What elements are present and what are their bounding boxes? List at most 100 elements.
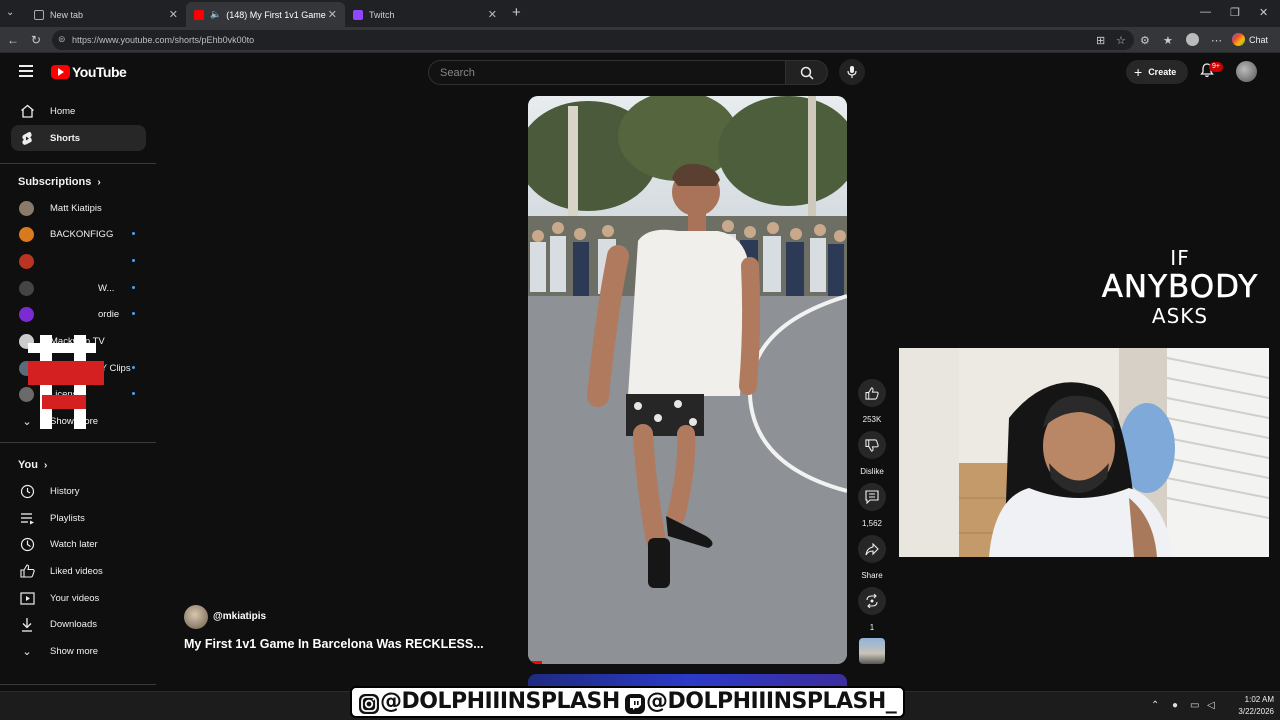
new-content-dot [132, 312, 135, 315]
chat-label: Chat [1249, 34, 1269, 45]
logo-line-anybody: ANYBODY [1101, 269, 1259, 305]
tab-new-tab[interactable]: New tab ✕ [26, 2, 186, 27]
sidebar-divider [0, 442, 156, 443]
sidebar-item-shorts[interactable]: Shorts [11, 125, 146, 151]
comments-action[interactable]: 1,562 [858, 483, 886, 528]
sidebar-item-home[interactable]: Home [11, 98, 146, 124]
refresh-icon[interactable]: ↻ [31, 33, 41, 47]
close-tab-icon[interactable]: ✕ [328, 8, 337, 21]
dislike-action[interactable]: Dislike [858, 431, 886, 476]
logo-line-asks: ASKS [1151, 304, 1209, 328]
account-avatar[interactable] [1236, 61, 1257, 82]
site-info-icon[interactable]: ⊜ [58, 34, 66, 45]
playlists-icon [19, 510, 35, 526]
restore-icon[interactable]: ❐ [1230, 6, 1240, 19]
video-progress-bar[interactable] [528, 661, 543, 664]
sidebar-item-subscription[interactable]: ordie [11, 301, 146, 327]
instagram-icon [359, 694, 379, 714]
sidebar-item-playlists[interactable]: Playlists [11, 505, 146, 531]
sidebar-item-subscription[interactable] [11, 248, 146, 274]
sidebar-item-downloads[interactable]: Downloads [11, 611, 146, 637]
if-anybody-asks-logo-small [28, 335, 104, 429]
search-button[interactable] [786, 60, 828, 85]
subscriptions-heading[interactable]: Subscriptions › [18, 176, 101, 188]
channel-avatar [19, 280, 34, 296]
sidebar-item-label: ordie [98, 308, 120, 320]
minimize-icon[interactable]: — [1200, 6, 1211, 18]
history-icon [19, 483, 35, 499]
comment-count: 1,562 [861, 519, 883, 528]
channel-avatar [19, 253, 34, 269]
dislike-button[interactable] [858, 431, 886, 459]
tab-twitch[interactable]: Twitch ✕ [345, 2, 505, 27]
sidebar-item-subscription[interactable]: W... [11, 275, 146, 301]
share-button[interactable] [858, 535, 886, 563]
search-input[interactable]: Search [428, 60, 786, 85]
new-content-dot [132, 286, 135, 289]
sidebar-item-label: W... [98, 282, 115, 294]
close-tab-icon[interactable]: ✕ [488, 8, 497, 21]
back-arrow-icon[interactable]: ← [7, 33, 19, 47]
shorts-icon [19, 130, 35, 146]
sidebar-divider [0, 684, 156, 685]
short-title[interactable]: My First 1v1 Game In Barcelona Was RECKL… [184, 637, 484, 651]
sidebar-item-liked-videos[interactable]: Liked videos [11, 558, 146, 584]
you-heading[interactable]: You › [18, 459, 47, 471]
share-label: Share [861, 571, 883, 580]
favorites-icon[interactable]: ★ [1163, 34, 1173, 47]
app-available-icon[interactable]: ⊞ [1096, 34, 1105, 47]
remix-action[interactable]: 1 [858, 587, 886, 632]
chevron-right-icon: › [43, 459, 48, 471]
tab-actions-chevron-icon[interactable]: ⌄ [6, 7, 14, 18]
tab-youtube[interactable]: 🔈 (148) My First 1v1 Game In Ba ✕ [186, 2, 345, 27]
sidebar-item-label: Matt Kiatipis [50, 202, 102, 214]
favorite-star-icon[interactable]: ☆ [1116, 34, 1126, 47]
you-show-more[interactable]: ⌄ Show more [11, 638, 146, 664]
new-tab-plus-icon[interactable]: + [512, 4, 521, 21]
sidebar-item-label: BACKONFIGG [50, 228, 114, 240]
like-button[interactable] [858, 379, 886, 407]
watch-later-icon [19, 536, 35, 552]
network-tray-icon[interactable]: ▭ [1190, 700, 1199, 711]
new-content-dot [132, 259, 135, 262]
menu-hamburger-icon[interactable] [19, 65, 33, 77]
sound-channel-thumbnail[interactable] [859, 638, 885, 664]
youtube-play-icon [51, 65, 70, 79]
share-action[interactable]: Share [858, 535, 886, 580]
like-action[interactable]: 253K [858, 379, 886, 424]
new-tab-favicon-icon [34, 9, 44, 20]
tab-title: (148) My First 1v1 Game In Ba [226, 9, 326, 20]
youtube-wordmark: YouTube [72, 64, 127, 80]
extensions-icon[interactable]: ⚙ [1140, 34, 1150, 47]
sidebar-item-subscription[interactable]: BACKONFIGG [11, 221, 146, 247]
sidebar-item-label: Home [50, 105, 76, 117]
twitch-icon [625, 694, 645, 714]
close-tab-icon[interactable]: ✕ [169, 8, 178, 21]
tab-audio-icon[interactable]: 🔈 [210, 9, 221, 20]
sidebar-item-subscription[interactable]: Matt Kiatipis [11, 195, 146, 221]
twitch-handle: @DOLPHIIINSPLASH_ [646, 689, 897, 714]
system-clock[interactable]: 1:02 AM 3/22/2026 [1222, 694, 1274, 718]
social-handles-banner: @DOLPHIIINSPLASH @DOLPHIIINSPLASH_ [350, 686, 905, 718]
youtube-logo[interactable]: YouTube [51, 64, 127, 80]
channel-handle[interactable]: @mkiatipis [213, 611, 266, 622]
sidebar-item-your-videos[interactable]: Your videos [11, 585, 146, 611]
microphone-tray-icon[interactable]: ● [1172, 700, 1178, 711]
sidebar-item-watch-later[interactable]: Watch later [11, 531, 146, 557]
more-menu-icon[interactable]: ⋯ [1211, 34, 1222, 47]
create-button[interactable]: + Create [1126, 60, 1188, 84]
volume-tray-icon[interactable]: ◁ [1207, 700, 1215, 711]
you-heading-text: You [18, 459, 38, 471]
url-field[interactable]: ⊜ https://www.youtube.com/shorts/pEhb0vk… [52, 30, 1134, 50]
channel-avatar[interactable] [184, 605, 208, 629]
shorts-video-player[interactable] [528, 96, 847, 664]
remix-button[interactable] [858, 587, 886, 615]
show-hidden-icons-chevron-icon[interactable]: ⌃ [1151, 700, 1159, 711]
copilot-chat-button[interactable]: Chat [1232, 33, 1268, 46]
tab-title: Twitch [369, 9, 395, 20]
sidebar-item-history[interactable]: History [11, 478, 146, 504]
voice-search-button[interactable] [839, 59, 865, 85]
comments-button[interactable] [858, 483, 886, 511]
profile-icon[interactable] [1186, 33, 1199, 46]
close-window-icon[interactable]: ✕ [1259, 6, 1268, 19]
